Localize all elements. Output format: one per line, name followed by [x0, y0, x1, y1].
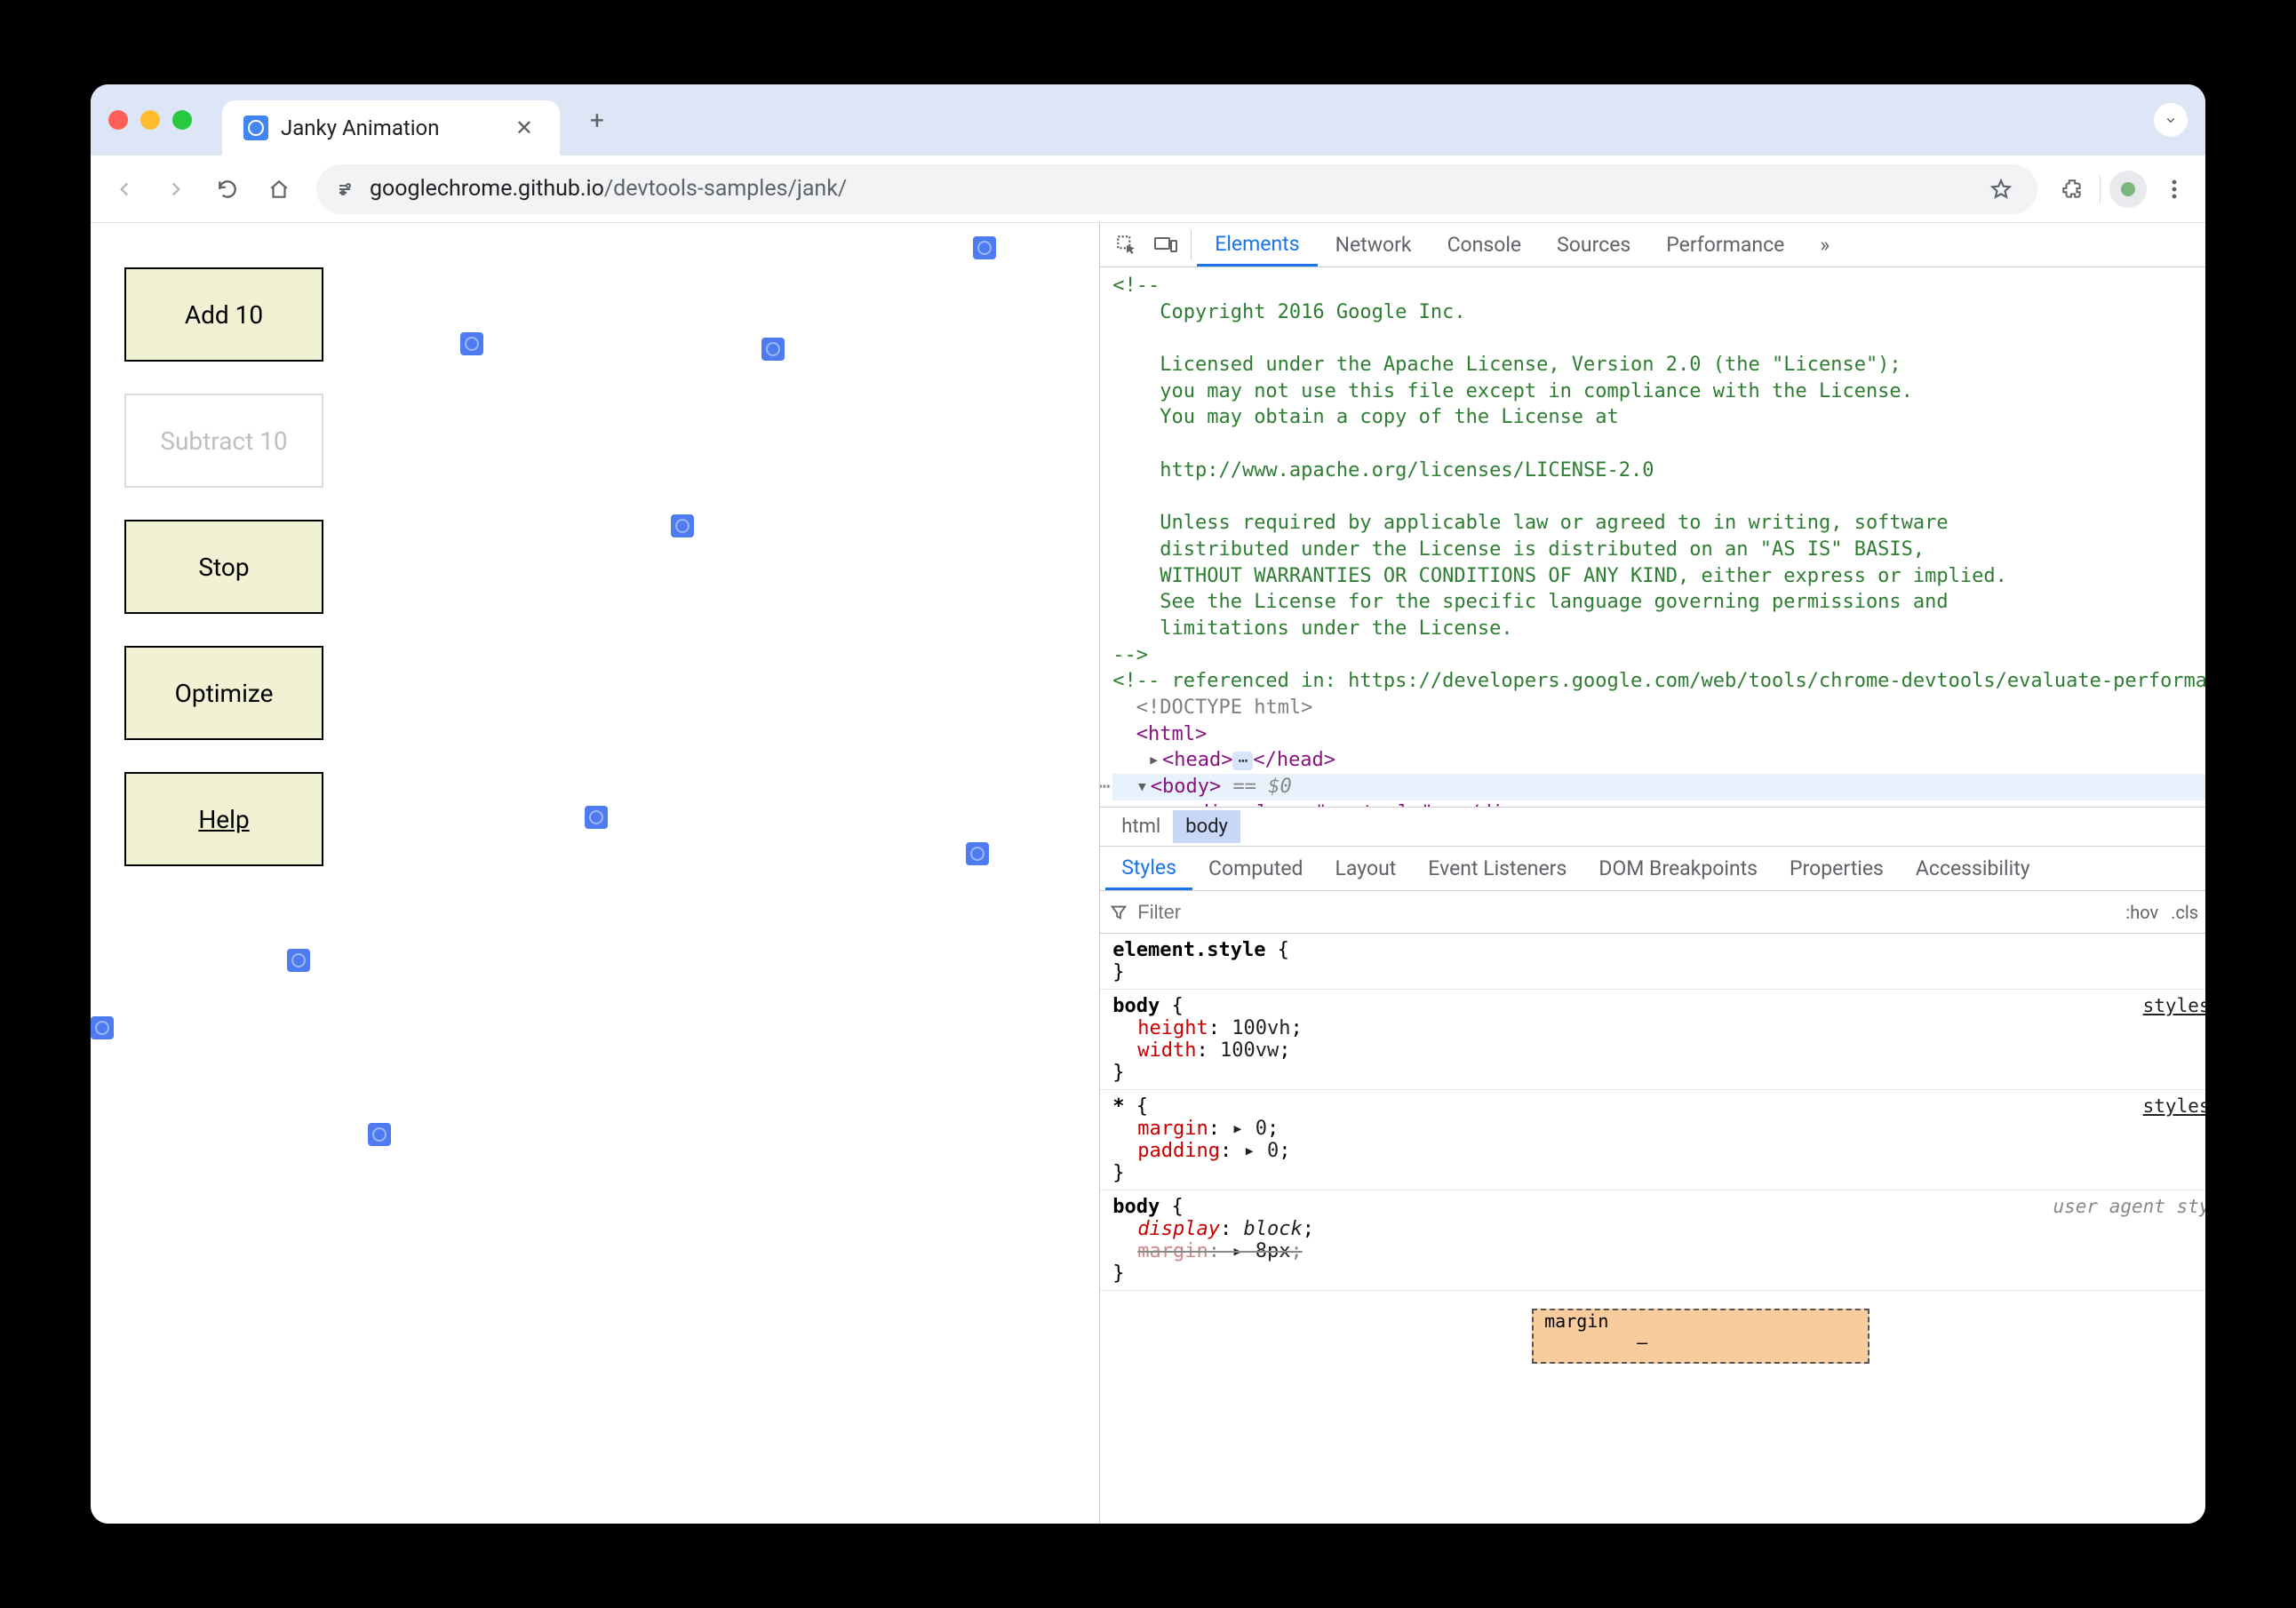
tab-title: Janky Animation [281, 115, 498, 140]
breadcrumb-html[interactable]: html [1109, 810, 1173, 843]
doctype-node[interactable]: <!DOCTYPE html> [1136, 697, 1313, 719]
hov-toggle[interactable]: :hov [2125, 902, 2158, 923]
forward-button[interactable] [155, 168, 197, 211]
css-declaration[interactable]: margin: ▸ 8px; [1112, 1240, 2205, 1262]
device-toggle-icon[interactable] [1146, 223, 1185, 267]
css-rule[interactable]: styles.css:20body {height: 100vh;width: … [1100, 990, 2205, 1090]
toolbar: googlechrome.github.io/devtools-samples/… [91, 155, 2205, 223]
mover-icon [761, 338, 785, 361]
more-tabs-button[interactable]: » [1802, 223, 1847, 267]
tab-favicon [243, 115, 268, 140]
css-declaration[interactable]: width: 100vw; [1112, 1039, 2205, 1062]
devtools-panel: ElementsNetworkConsoleSourcesPerformance… [1099, 223, 2205, 1524]
css-rule[interactable]: element.style {} [1100, 934, 2205, 990]
devtools-settings-icon[interactable] [2200, 228, 2205, 262]
styles-subtabs: StylesComputedLayoutEvent ListenersDOM B… [1100, 847, 2205, 891]
collapsed-ellipsis[interactable]: ⋯ [1232, 752, 1253, 770]
browser-window: Janky Animation ✕ + googlechrome.github. [91, 84, 2205, 1524]
styles-filter-input[interactable] [1137, 901, 1393, 924]
profile-button[interactable] [2109, 171, 2147, 208]
styles-subtab-computed[interactable]: Computed [1192, 847, 1319, 890]
elements-tree[interactable]: <!-- Copyright 2016 Google Inc. Licensed… [1100, 267, 2205, 808]
devtools-tab-performance[interactable]: Performance [1648, 223, 1802, 267]
devtools-tab-console[interactable]: Console [1430, 223, 1540, 267]
back-button[interactable] [103, 168, 146, 211]
css-rule[interactable]: user agent stylesheetbody {display: bloc… [1100, 1190, 2205, 1291]
new-tab-button[interactable]: + [572, 106, 622, 135]
mover-icon [91, 1016, 114, 1039]
css-declaration[interactable]: display: block; [1112, 1218, 2205, 1240]
close-window-button[interactable] [108, 110, 128, 130]
styles-subtab-styles[interactable]: Styles [1105, 847, 1192, 890]
styles-filter-bar: :hov .cls + [1100, 891, 2205, 934]
filter-icon [1109, 903, 1128, 922]
browser-tab[interactable]: Janky Animation ✕ [222, 100, 560, 155]
mover-icon [368, 1123, 391, 1146]
address-bar[interactable]: googlechrome.github.io/devtools-samples/… [316, 164, 2037, 214]
breadcrumb-body[interactable]: body [1173, 810, 1240, 843]
css-rule[interactable]: styles.css:15* {margin: ▸ 0;padding: ▸ 0… [1100, 1090, 2205, 1190]
head-node[interactable]: <head> [1162, 749, 1232, 771]
titlebar: Janky Animation ✕ + [91, 84, 2205, 155]
devtools-tab-network[interactable]: Network [1318, 223, 1430, 267]
css-declaration[interactable]: padding: ▸ 0; [1112, 1140, 2205, 1162]
chrome-menu-button[interactable] [2156, 171, 2193, 208]
inspect-element-icon[interactable] [1107, 223, 1146, 267]
box-model: margin– [1112, 1296, 2205, 1364]
mover-icon [287, 949, 310, 972]
page-controls: Add 10 Subtract 10 Stop Optimize Help [124, 267, 323, 866]
user-agent-label: user agent stylesheet [2053, 1196, 2206, 1217]
home-button[interactable] [258, 168, 300, 211]
mover-icon [973, 236, 996, 259]
styles-rules[interactable]: element.style {}styles.css:20body {heigh… [1100, 934, 2205, 1524]
page-viewport: Add 10 Subtract 10 Stop Optimize Help [91, 223, 1099, 1524]
url-text: googlechrome.github.io/devtools-samples/… [370, 176, 847, 202]
site-settings-button[interactable] [334, 179, 355, 200]
maximize-window-button[interactable] [172, 110, 192, 130]
license-comment: <!-- Copyright 2016 Google Inc. Licensed… [1112, 275, 2007, 666]
mover-icon [585, 806, 608, 829]
mover-icon [671, 514, 694, 537]
cls-toggle[interactable]: .cls [2171, 902, 2198, 923]
styles-subtab-properties[interactable]: Properties [1774, 847, 1900, 890]
reload-button[interactable] [206, 168, 249, 211]
stop-button[interactable]: Stop [124, 520, 323, 614]
body-node[interactable]: <body> [1151, 776, 1221, 798]
mover-icon [966, 842, 989, 865]
reference-comment: <!-- referenced in: https://developers.g… [1112, 670, 2205, 692]
source-link[interactable]: styles.css:20 [2143, 995, 2205, 1016]
styles-subtab-dom-breakpoints[interactable]: DOM Breakpoints [1582, 847, 1774, 890]
styles-subtab-layout[interactable]: Layout [1319, 847, 1413, 890]
help-button[interactable]: Help [124, 772, 323, 866]
controls-node[interactable]: <div class="controls">⋯</div> [1185, 802, 1527, 808]
css-declaration[interactable]: margin: ▸ 0; [1112, 1118, 2205, 1140]
minimize-window-button[interactable] [140, 110, 160, 130]
selected-node-marker: == $0 [1221, 776, 1291, 798]
optimize-button[interactable]: Optimize [124, 646, 323, 740]
add-button[interactable]: Add 10 [124, 267, 323, 362]
toolbar-divider [2100, 175, 2101, 203]
mover-icon [460, 332, 483, 355]
devtools-tabbar: ElementsNetworkConsoleSourcesPerformance… [1100, 223, 2205, 267]
expand-caret-icon[interactable]: ▾ [1136, 774, 1151, 800]
tab-close-button[interactable]: ✕ [510, 115, 538, 140]
content-area: Add 10 Subtract 10 Stop Optimize Help El… [91, 223, 2205, 1524]
expand-caret-icon[interactable]: ▸ [1148, 747, 1162, 774]
styles-subtab-accessibility[interactable]: Accessibility [1900, 847, 2046, 890]
html-node[interactable]: <html> [1136, 723, 1207, 745]
dom-breadcrumb: html body [1100, 808, 2205, 847]
styles-subtab-event-listeners[interactable]: Event Listeners [1412, 847, 1582, 890]
devtools-tab-sources[interactable]: Sources [1539, 223, 1648, 267]
subtract-button[interactable]: Subtract 10 [124, 394, 323, 488]
tabs-dropdown-button[interactable] [2154, 103, 2188, 137]
window-controls [108, 110, 192, 130]
bookmark-button[interactable] [1982, 171, 2020, 208]
extensions-button[interactable] [2053, 171, 2091, 208]
source-link[interactable]: styles.css:15 [2143, 1095, 2205, 1117]
devtools-tab-elements[interactable]: Elements [1197, 223, 1317, 267]
css-declaration[interactable]: height: 100vh; [1112, 1017, 2205, 1039]
